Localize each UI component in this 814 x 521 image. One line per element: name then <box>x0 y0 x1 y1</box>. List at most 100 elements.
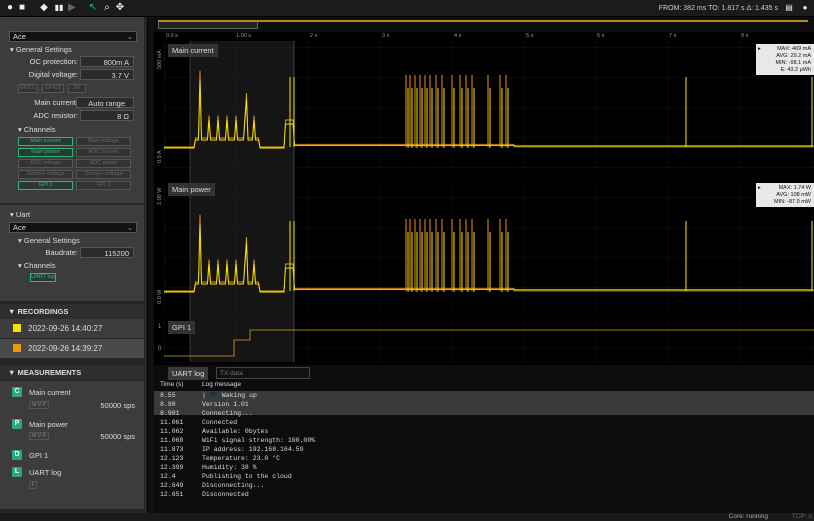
channel-gpi1[interactable]: GPI 1 <box>18 181 73 190</box>
general-settings-toggle[interactable]: ▾ General Settings <box>10 45 72 54</box>
log-row[interactable]: 12.4 Publishing to the cloud <box>154 473 814 481</box>
collapse-icon[interactable]: ◆ <box>37 1 51 15</box>
main-current-select[interactable]: Auto range <box>76 97 134 108</box>
oc-protection-row: OC protection: 800m A <box>10 56 138 68</box>
time-column-header: Time (s) <box>160 381 184 388</box>
log-time: 8.981 <box>160 410 180 417</box>
stop-icon[interactable]: ■ <box>16 1 28 15</box>
uart-device-select[interactable]: Ace ⌄ <box>9 222 137 233</box>
log-measure-icon: L <box>12 467 22 477</box>
recordings-header[interactable]: ▼ RECORDINGS <box>0 304 144 319</box>
measurement-label[interactable]: GPI 1 <box>29 451 48 460</box>
log-time: 12.399 <box>160 464 184 471</box>
uart-log-panel: UART log Time (s) Log message 8.55 | 🌑 Wa… <box>154 365 814 513</box>
uart-log-button[interactable]: UART log <box>30 273 56 282</box>
zoom-icon[interactable]: ⌕ <box>101 1 113 15</box>
gpio1-button[interactable]: GPIO1 <box>18 84 38 93</box>
range-status: FROM: 382 ms TO: 1.817 s Δ: 1.435 s <box>658 5 778 12</box>
ch2-stats-box[interactable]: ▸ MAX: 1.74 W AVG: 108 mW MIN: -87.9 mW <box>756 183 814 207</box>
log-row[interactable]: 11.061 Connected <box>154 419 814 427</box>
tx-data-input[interactable] <box>216 367 310 379</box>
ch2-ymin: 0.0 W <box>157 289 163 304</box>
pause-icon[interactable]: ▮▮ <box>53 1 65 15</box>
log-time: 12.651 <box>160 491 184 498</box>
ch3-title: GPI 1 <box>168 321 196 334</box>
log-time: 12.4 <box>160 473 176 480</box>
ch1-stats-box[interactable]: ▸ MAX: 469 mA AVG: 29.2 mA MIN: -98.1 mA… <box>756 44 814 75</box>
log-message: Temperature: 23.0 °C <box>202 455 281 462</box>
measurement-label[interactable]: Main power <box>29 420 68 429</box>
channel-sense-voltage-2[interactable]: Sense+ voltage <box>76 170 131 179</box>
channel-adc-power[interactable]: ADC power <box>76 159 131 168</box>
message-column-header: Log message <box>202 381 242 388</box>
log-row[interactable]: 12.123 Temperature: 23.0 °C <box>154 455 814 463</box>
log-row[interactable]: 11.068 WiFi signal strength: 100.00% <box>154 437 814 445</box>
ch3-y1: 1 <box>158 324 162 330</box>
app-window: ● ■ ◆ ▮▮ ▶ ↖ ⌕ ✥ FROM: 382 ms TO: 1.817 … <box>0 0 814 521</box>
log-message: Connected <box>202 419 238 426</box>
gpio2-button[interactable]: GPIO2 <box>42 84 64 93</box>
recording-color-swatch <box>13 344 21 352</box>
channel-gpi2[interactable]: GPI 2 <box>76 181 131 190</box>
log-row[interactable]: 11.873 IP address: 192.168.164.59 <box>154 446 814 454</box>
play-icon[interactable]: ▶ <box>66 1 78 15</box>
log-row[interactable]: 12.399 Humidity: 38 % <box>154 464 814 472</box>
plot-area[interactable]: 0.0 s 1.00 s 2 s 3 s 4 s 5 s 6 s 7 s 8 s <box>154 17 814 365</box>
record-icon[interactable]: ● <box>4 1 16 15</box>
measurement-badge[interactable]: M V P <box>29 432 49 440</box>
log-row[interactable]: 12.651 Disconnected <box>154 491 814 499</box>
log-time: 12.123 <box>160 455 184 462</box>
power-measure-icon: P <box>12 419 22 429</box>
expand-icon: ▸ <box>758 185 761 191</box>
ch2-title: Main power <box>168 183 215 196</box>
channel-main-current[interactable]: Main current <box>18 137 73 146</box>
log-row[interactable]: 12.649 Disconnecting... <box>154 482 814 490</box>
log-row[interactable]: 8.981 Connecting... <box>154 410 814 418</box>
measurement-badge[interactable]: M V P <box>29 401 49 409</box>
measurement-badge[interactable]: F <box>29 481 37 489</box>
log-time: 11.062 <box>160 428 184 435</box>
channel-main-voltage[interactable]: Main voltage <box>76 137 131 146</box>
log-row[interactable]: 8.55 | 🌑 Waking up <box>154 392 814 400</box>
digital-voltage-field[interactable]: 3.7 V <box>80 69 134 80</box>
channels-toggle[interactable]: ▾ Channels <box>18 125 56 134</box>
adc-resistor-row: ADC resistor: 8 Ω <box>10 110 138 122</box>
uart-channels-toggle[interactable]: ▾ Channels <box>18 261 56 270</box>
log-message: Version 1.01 <box>202 401 249 408</box>
select-arrow-icon[interactable]: ↖ <box>87 1 99 15</box>
log-row[interactable]: 11.062 Available: 0bytes <box>154 428 814 436</box>
log-row[interactable]: 8.98 Version 1.01 <box>154 401 814 409</box>
expand-icon: ▸ <box>758 46 761 52</box>
5v-button[interactable]: 5V <box>68 84 86 93</box>
device-select[interactable]: Ace ⌄ <box>9 31 137 42</box>
sidebar: Ace ⌄ ▾ General Settings OC protection: 80… <box>0 17 148 513</box>
baudrate-row: Baudrate: 115200 <box>10 247 138 259</box>
baudrate-field[interactable]: 115200 <box>80 247 134 258</box>
channel-sense-voltage-1[interactable]: Sense+ voltage <box>18 170 73 179</box>
channel-adc-voltage[interactable]: ADC voltage <box>18 159 73 168</box>
user-icon[interactable]: ● <box>800 1 810 15</box>
log-message: Connecting... <box>202 410 253 417</box>
main-current-row: Main current: Auto range <box>10 97 138 109</box>
selection-overlay[interactable] <box>190 41 294 362</box>
digital-voltage-row: Digital voltage: 3.7 V <box>10 69 138 81</box>
window-icon[interactable]: ▤ <box>784 1 794 15</box>
measurements-header[interactable]: ▼ MEASUREMENTS <box>0 365 144 380</box>
log-time: 8.98 <box>160 401 176 408</box>
pan-icon[interactable]: ✥ <box>114 1 126 15</box>
channel-main-power[interactable]: Main power <box>18 148 73 157</box>
uart-general-toggle[interactable]: ▾ General Settings <box>18 236 80 245</box>
uart-log-tab[interactable]: UART log <box>168 367 209 380</box>
log-message: WiFi signal strength: 100.00% <box>202 437 316 444</box>
measurement-label[interactable]: UART log <box>29 468 61 477</box>
log-message: IP address: 192.168.164.59 <box>202 446 304 453</box>
oc-protection-field[interactable]: 800m A <box>80 56 134 67</box>
channel-adc-current[interactable]: ADC current <box>76 148 131 157</box>
measurement-label[interactable]: Main current <box>29 388 71 397</box>
adc-resistor-field[interactable]: 8 Ω <box>80 110 134 121</box>
uart-toggle[interactable]: ▾ Uart <box>10 210 30 219</box>
recording-item[interactable]: 2022-09-26 14:39:27 <box>0 339 144 358</box>
chevron-down-icon: ⌄ <box>126 32 133 41</box>
tcp-status: TCP: o <box>791 513 812 520</box>
recording-item[interactable]: 2022-09-26 14:40:27 <box>0 319 144 338</box>
